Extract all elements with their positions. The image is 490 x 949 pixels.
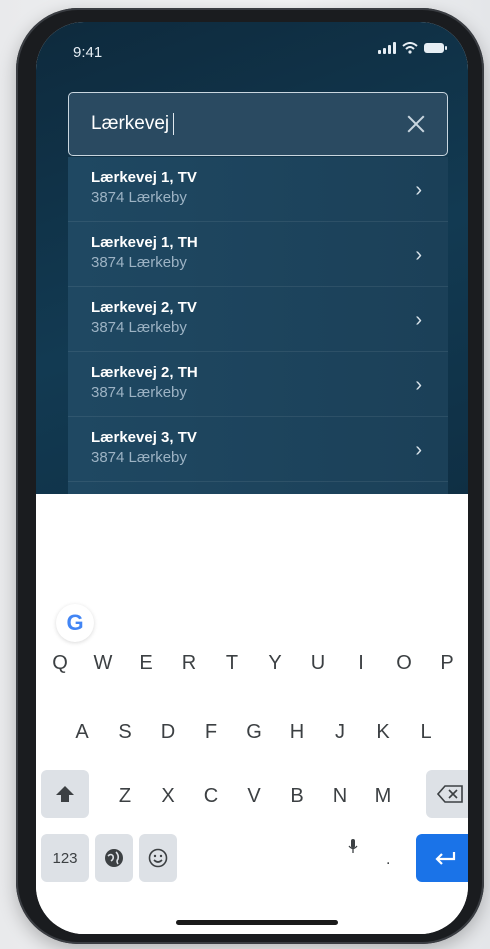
text-caret [173,113,175,135]
backspace-glyph [437,785,463,803]
emoji-icon[interactable] [139,834,177,882]
enter-icon[interactable] [416,834,468,882]
result-title: Lærkevej 2, TH [91,364,198,381]
key[interactable]: W [88,652,118,675]
chevron-right-icon: › [415,179,422,201]
search-value: Lærkevej [91,113,170,134]
key[interactable]: P [432,652,462,675]
screen: 9:41 Lærkevej Lærkevej 1, TV 3874 Lærkeb… [36,22,468,934]
signal-icon [378,42,396,54]
key[interactable]: V [239,785,269,808]
key[interactable]: N [325,785,355,808]
chevron-right-icon: › [415,309,422,331]
key[interactable]: X [153,785,183,808]
list-item[interactable]: Lærkevej 2, TH 3874 Lærkeby › [68,352,448,417]
key[interactable]: Z [110,785,140,808]
key[interactable]: R [174,652,204,675]
key[interactable]: T [217,652,247,675]
result-subtitle: 3874 Lærkeby [91,384,187,401]
shift-icon[interactable] [41,770,89,818]
list-item[interactable]: Lærkevej 2, TV 3874 Lærkeby › [68,287,448,352]
result-subtitle: 3874 Lærkeby [91,319,187,336]
period-key[interactable]: . [386,851,390,869]
emoji-glyph [148,848,168,868]
key[interactable]: Q [45,652,75,675]
app-area: 9:41 Lærkevej Lærkevej 1, TV 3874 Lærkeb… [36,22,468,494]
key[interactable]: O [389,652,419,675]
result-subtitle: 3874 Lærkeby [91,449,187,466]
space-key[interactable] [183,834,369,882]
numbers-key[interactable]: 123 [41,834,89,882]
key[interactable]: E [131,652,161,675]
search-input[interactable]: Lærkevej [68,92,448,156]
key[interactable]: Y [260,652,290,675]
backspace-icon[interactable] [426,770,468,818]
key[interactable]: B [282,785,312,808]
chevron-right-icon: › [415,244,422,266]
chevron-right-icon: › [415,439,422,461]
status-icons [378,42,447,54]
wifi-icon [402,42,418,54]
home-indicator[interactable] [176,920,338,925]
key[interactable]: F [196,721,226,744]
chevron-right-icon: › [415,374,422,396]
globe-icon[interactable] [95,834,133,882]
enter-glyph [435,852,456,865]
shift-glyph [56,786,74,802]
microphone-icon[interactable] [347,838,359,856]
keyboard: G Q W E R T Y U I O P A S D F G H J K L [36,494,468,934]
key[interactable]: G [239,721,269,744]
close-icon[interactable] [405,113,427,135]
result-subtitle: 3874 Lærkeby [91,254,187,271]
key[interactable]: L [411,721,441,744]
list-item[interactable]: Lærkevej 3, TV 3874 Lærkeby › [68,417,448,482]
key[interactable]: S [110,721,140,744]
key[interactable]: I [346,652,376,675]
key[interactable]: D [153,721,183,744]
result-title: Lærkevej 1, TV [91,169,197,186]
key[interactable]: J [325,721,355,744]
result-subtitle: 3874 Lærkeby [91,189,187,206]
result-title: Lærkevej 3, TV [91,429,197,446]
key[interactable]: C [196,785,226,808]
key[interactable]: M [368,785,398,808]
battery-icon [424,43,447,53]
key[interactable]: K [368,721,398,744]
list-item[interactable] [68,482,448,494]
key[interactable]: H [282,721,312,744]
google-logo[interactable]: G [56,604,94,642]
results-list: Lærkevej 1, TV 3874 Lærkeby › Lærkevej 1… [68,157,448,494]
result-title: Lærkevej 2, TV [91,299,197,316]
result-title: Lærkevej 1, TH [91,234,198,251]
key[interactable]: U [303,652,333,675]
list-item[interactable]: Lærkevej 1, TV 3874 Lærkeby › [68,157,448,222]
key[interactable]: A [67,721,97,744]
list-item[interactable]: Lærkevej 1, TH 3874 Lærkeby › [68,222,448,287]
globe-glyph [105,849,123,867]
status-time: 9:41 [73,44,103,61]
